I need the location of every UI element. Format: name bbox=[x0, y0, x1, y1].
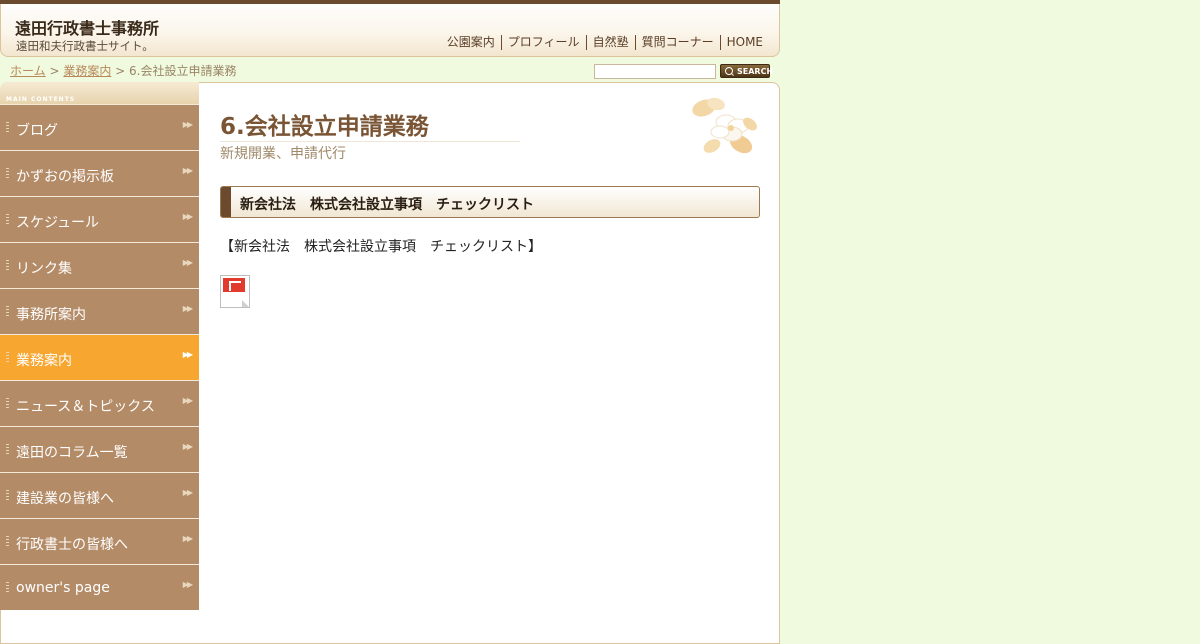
chevron-right-icon: ▶▶ bbox=[182, 580, 193, 589]
grip-icon bbox=[6, 352, 9, 364]
sidebar-item-label: ニュース＆トピックス bbox=[16, 399, 155, 415]
header-top-bar bbox=[0, 0, 780, 4]
search-icon bbox=[725, 67, 733, 75]
sidebar-item-links[interactable]: リンク集 ▶▶ bbox=[0, 242, 199, 288]
chevron-right-icon: ▶▶ bbox=[182, 166, 193, 175]
nav-nature-school[interactable]: 自然塾 bbox=[585, 35, 635, 50]
sidebar-heading-label: main contents bbox=[6, 96, 76, 103]
sidebar-item-owner[interactable]: owner's page ▶▶ bbox=[0, 564, 199, 610]
page-subtitle: 新規開業、申請代行 bbox=[220, 146, 346, 162]
sidebar-item-label: 行政書士の皆様へ bbox=[16, 537, 128, 553]
grip-icon bbox=[6, 260, 9, 272]
breadcrumb-separator: > bbox=[45, 64, 64, 78]
chevron-right-icon: ▶▶ bbox=[182, 534, 193, 543]
sidebar-item-construction[interactable]: 建設業の皆様へ ▶▶ bbox=[0, 472, 199, 518]
sidebar-item-schedule[interactable]: スケジュール ▶▶ bbox=[0, 196, 199, 242]
search-button[interactable]: SEARCH bbox=[720, 64, 774, 78]
sidebar-item-label: 業務案内 bbox=[16, 353, 72, 369]
grip-icon bbox=[6, 582, 9, 594]
flower-decoration-icon bbox=[692, 97, 757, 154]
grip-icon bbox=[6, 306, 9, 318]
grip-icon bbox=[6, 122, 9, 134]
sidebar-item-label: リンク集 bbox=[16, 261, 72, 277]
pdf-logo-icon bbox=[223, 278, 245, 292]
search-input[interactable] bbox=[594, 64, 716, 79]
chevron-right-icon: ▶▶ bbox=[182, 258, 193, 267]
section-heading-text: 新会社法 株式会社設立事項 チェックリスト bbox=[240, 197, 534, 213]
nav-profile[interactable]: プロフィール bbox=[500, 35, 586, 50]
page-wrapper: 遠田行政書士事務所 遠田和夫行政書士サイト。 公園案内 プロフィール 自然塾 質… bbox=[0, 0, 780, 644]
chevron-right-icon: ▶▶ bbox=[182, 350, 193, 359]
sidebar-item-blog[interactable]: ブログ ▶▶ bbox=[0, 104, 199, 150]
grip-icon bbox=[6, 398, 9, 410]
nav-home[interactable]: HOME bbox=[719, 35, 769, 50]
grip-icon bbox=[6, 444, 9, 456]
chevron-right-icon: ▶▶ bbox=[182, 120, 193, 129]
chevron-right-icon: ▶▶ bbox=[182, 442, 193, 451]
sidebar-item-label: 建設業の皆様へ bbox=[16, 491, 114, 507]
section-heading: 新会社法 株式会社設立事項 チェックリスト bbox=[220, 186, 760, 218]
breadcrumb-services[interactable]: 業務案内 bbox=[63, 64, 111, 78]
sidebar-item-news[interactable]: ニュース＆トピックス ▶▶ bbox=[0, 380, 199, 426]
sidebar-item-label: 遠田のコラム一覧 bbox=[16, 445, 128, 461]
pdf-file-icon[interactable] bbox=[220, 275, 250, 308]
global-nav: 公園案内 プロフィール 自然塾 質問コーナー HOME bbox=[441, 35, 769, 50]
breadcrumb-home[interactable]: ホーム bbox=[10, 64, 46, 78]
breadcrumb-current: 6.会社設立申請業務 bbox=[129, 64, 237, 78]
grip-icon bbox=[6, 214, 9, 226]
grip-icon bbox=[6, 536, 9, 548]
sidebar-item-bbs[interactable]: かずおの掲示板 ▶▶ bbox=[0, 150, 199, 196]
sidebar-item-label: かずおの掲示板 bbox=[16, 169, 114, 185]
site-header: 遠田行政書士事務所 遠田和夫行政書士サイト。 公園案内 プロフィール 自然塾 質… bbox=[0, 0, 780, 57]
nav-park-guide[interactable]: 公園案内 bbox=[441, 35, 501, 50]
body-text: 【新会社法 株式会社設立事項 チェックリスト】 bbox=[220, 239, 542, 255]
site-title[interactable]: 遠田行政書士事務所 bbox=[15, 15, 159, 39]
chevron-right-icon: ▶▶ bbox=[182, 396, 193, 405]
sidebar-item-label: owner's page bbox=[16, 580, 110, 596]
sidebar-item-label: 事務所案内 bbox=[16, 307, 86, 323]
breadcrumb: ホーム > 業務案内 > 6.会社設立申請業務 bbox=[10, 62, 236, 79]
sidebar-item-services[interactable]: 業務案内 ▶▶ bbox=[0, 334, 199, 380]
grip-icon bbox=[6, 490, 9, 502]
sidebar: main contents ブログ ▶▶ かずおの掲示板 ▶▶ スケジュール ▶… bbox=[0, 82, 199, 610]
sidebar-item-label: スケジュール bbox=[16, 215, 100, 231]
chevron-right-icon: ▶▶ bbox=[182, 212, 193, 221]
grip-icon bbox=[6, 168, 9, 180]
page-title: 6.会社設立申請業務 bbox=[220, 107, 520, 142]
sidebar-item-label: ブログ bbox=[16, 123, 58, 139]
nav-questions[interactable]: 質問コーナー bbox=[634, 35, 720, 50]
page-fold bbox=[242, 300, 249, 307]
site-subtitle: 遠田和夫行政書士サイト。 bbox=[16, 39, 154, 53]
breadcrumb-separator: > bbox=[111, 64, 130, 78]
chevron-right-icon: ▶▶ bbox=[182, 488, 193, 497]
chevron-right-icon: ▶▶ bbox=[182, 304, 193, 313]
sidebar-item-office[interactable]: 事務所案内 ▶▶ bbox=[0, 288, 199, 334]
search-button-label: SEARCH bbox=[737, 67, 774, 76]
sidebar-item-scriveners[interactable]: 行政書士の皆様へ ▶▶ bbox=[0, 518, 199, 564]
section-heading-bar bbox=[221, 187, 231, 217]
sidebar-heading: main contents bbox=[0, 82, 199, 104]
sidebar-item-columns[interactable]: 遠田のコラム一覧 ▶▶ bbox=[0, 426, 199, 472]
